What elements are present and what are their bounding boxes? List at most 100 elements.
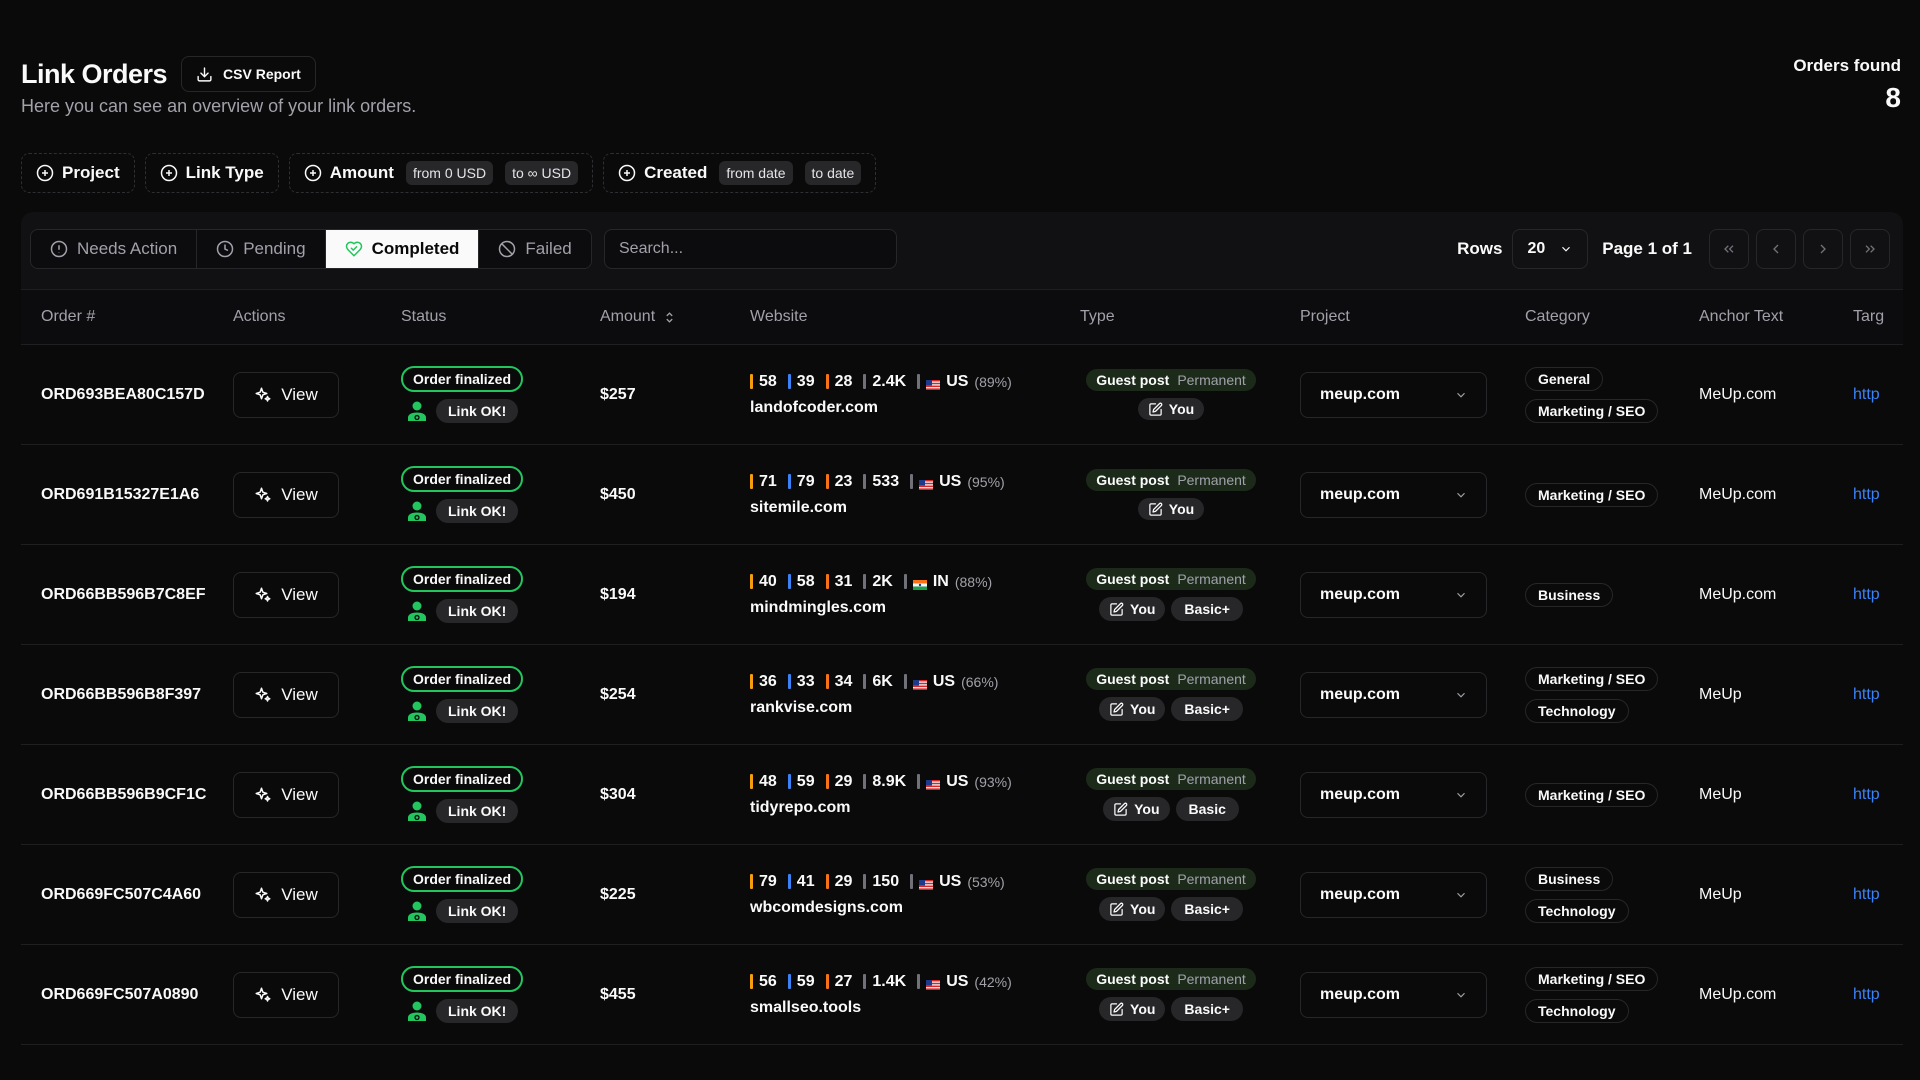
category-badge: Technology [1525, 898, 1629, 923]
tab-needs-action[interactable]: Needs Action [31, 230, 198, 268]
filter-amount[interactable]: Amount from 0 USD to ∞ USD [288, 153, 594, 193]
metric-2-bar [787, 774, 791, 789]
target-url-link[interactable]: http [1853, 586, 1880, 603]
country-percent: (88%) [954, 573, 993, 590]
filter-created-label: Created [644, 163, 708, 182]
project-select[interactable]: meup.com [1300, 971, 1487, 1018]
order-amount: $225 [600, 885, 636, 903]
filter-bar: Project Link Type Amount from 0 USD to ∞… [21, 153, 877, 193]
target-url-link[interactable]: http [1853, 886, 1880, 903]
category-badge: Business [1525, 582, 1614, 607]
filter-project[interactable]: Project [21, 153, 135, 193]
filter-link-type[interactable]: Link Type [144, 153, 279, 193]
view-button[interactable]: View [233, 371, 339, 418]
target-url-link[interactable]: http [1853, 786, 1880, 803]
filter-created[interactable]: Created from date to date [603, 153, 877, 193]
edit-document-icon [1110, 902, 1124, 916]
content-by-label: You [1130, 701, 1156, 717]
plus-circle-icon [618, 164, 636, 182]
link-type-badge: Guest post Permanent [1086, 768, 1256, 790]
heart-check-icon [345, 241, 362, 257]
category-list: Business [1525, 582, 1699, 607]
view-button-label: View [281, 784, 318, 804]
column-header-actions: Actions [233, 308, 286, 325]
view-button[interactable]: View [233, 871, 339, 918]
metric-3-bar [825, 374, 829, 389]
link-status-badge: Link OK! [436, 399, 519, 423]
tab-pending[interactable]: Pending [197, 230, 326, 268]
project-select[interactable]: meup.com [1300, 871, 1487, 918]
project-select[interactable]: meup.com [1300, 771, 1487, 818]
project-select-value: meup.com [1320, 985, 1401, 1003]
country-bar [917, 974, 921, 989]
column-header-amount[interactable]: Amount [600, 308, 750, 326]
view-button[interactable]: View [233, 971, 339, 1018]
sparkles-icon [255, 687, 271, 702]
metric-2: 59 [787, 773, 815, 791]
type-sub-badges: You [1137, 398, 1205, 420]
tier-badge: Basic [1175, 797, 1239, 821]
tier-badge: Basic+ [1171, 997, 1243, 1021]
project-select[interactable]: meup.com [1300, 371, 1487, 418]
metric-traffic-value: 533 [872, 472, 900, 490]
view-button[interactable]: View [233, 771, 339, 818]
view-button[interactable]: View [233, 471, 339, 518]
amount-to-pill[interactable]: to ∞ USD [505, 161, 579, 185]
target-url-link[interactable]: http [1853, 386, 1880, 403]
order-status-badge: Order finalized [401, 366, 524, 392]
sparkles-icon [255, 887, 271, 902]
metric-3-value: 31 [834, 572, 853, 590]
sparkles-icon [255, 587, 271, 602]
amount-from-pill[interactable]: from 0 USD [405, 161, 494, 185]
project-select[interactable]: meup.com [1300, 671, 1487, 718]
target-url-link[interactable]: http [1853, 486, 1880, 503]
csv-report-button[interactable]: CSV Report [181, 56, 316, 92]
created-to-pill[interactable]: to date [804, 161, 862, 185]
project-select[interactable]: meup.com [1300, 571, 1487, 618]
link-type-label: Guest post [1096, 771, 1170, 787]
created-from-pill[interactable]: from date [719, 161, 793, 185]
search-input[interactable] [604, 229, 897, 269]
metric-1-bar [750, 974, 753, 989]
order-amount: $194 [600, 585, 636, 603]
metric-2: 59 [787, 973, 815, 991]
tier-badge: Basic+ [1171, 697, 1243, 721]
rows-per-page-select[interactable]: 20 [1512, 229, 1589, 269]
link-type-badge: Guest post Permanent [1086, 668, 1256, 690]
chevron-down-icon [1457, 692, 1465, 698]
tab-pending-label: Pending [243, 239, 306, 258]
project-select-value: meup.com [1320, 885, 1401, 903]
project-select[interactable]: meup.com [1300, 471, 1487, 518]
view-button[interactable]: View [233, 571, 339, 618]
country-code: US [946, 772, 969, 790]
target-url-link[interactable]: http [1853, 686, 1880, 703]
tab-completed-label: Completed [371, 239, 460, 258]
type-cell: Guest post Permanent You Basic+ [1080, 968, 1262, 1021]
first-page-button[interactable] [1709, 229, 1749, 269]
order-amount: $450 [600, 485, 636, 503]
next-page-button[interactable] [1803, 229, 1843, 269]
content-by-label: You [1130, 601, 1156, 617]
column-header-category: Category [1525, 308, 1590, 325]
category-badge: Marketing / SEO [1525, 782, 1659, 807]
country-code: US [939, 872, 962, 890]
tab-failed[interactable]: Failed [479, 230, 591, 268]
view-button[interactable]: View [233, 671, 339, 718]
content-by-badge: You [1099, 697, 1166, 721]
table-body: ORD693BEA80C157D View Order finalized Li… [21, 345, 1903, 1045]
column-header-type: Type [1080, 308, 1115, 325]
category-list: Marketing / SEO Technology [1525, 666, 1699, 723]
column-header-project: Project [1300, 308, 1350, 325]
order-status-badge: Order finalized [401, 866, 524, 892]
country-bar [903, 674, 907, 689]
page-subtitle: Here you can see an overview of your lin… [21, 96, 417, 116]
previous-page-button[interactable] [1756, 229, 1796, 269]
target-url-link[interactable]: http [1853, 986, 1880, 1003]
last-page-button[interactable] [1850, 229, 1890, 269]
orders-panel: Needs Action Pending Completed Failed Ro… [21, 212, 1903, 1045]
metric-3-bar [825, 474, 829, 489]
sparkles-icon [255, 987, 271, 1002]
tab-completed[interactable]: Completed [325, 230, 480, 268]
metric-1-value: 36 [759, 672, 777, 690]
country-code: US [939, 472, 962, 490]
